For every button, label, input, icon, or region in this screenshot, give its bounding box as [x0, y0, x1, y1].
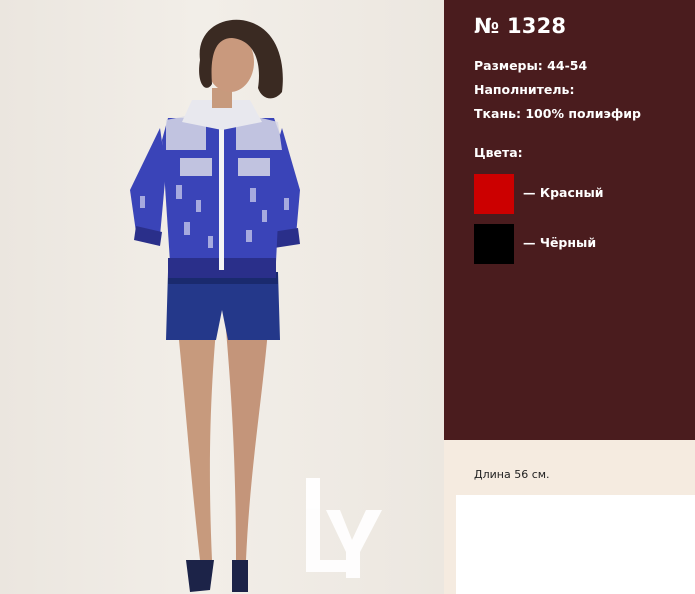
color-option-black[interactable]: — Чёрный: [474, 224, 674, 264]
spec-label: Размеры:: [474, 58, 543, 73]
product-info-panel: № 1328 Размеры: 44-54 Наполнитель: Ткань…: [444, 0, 695, 440]
colors-heading: Цвета:: [474, 145, 523, 160]
product-photo: [0, 0, 444, 594]
spec-value: 100% полиэфир: [525, 106, 641, 121]
length-note: Длина 56 см.: [474, 468, 550, 481]
blank-area: [456, 495, 695, 594]
spec-sizes: Размеры: 44-54: [474, 58, 587, 73]
product-number: № 1328: [474, 14, 567, 38]
color-swatch-black[interactable]: [474, 224, 514, 264]
spec-fabric: Ткань: 100% полиэфир: [474, 106, 641, 121]
spec-value: 44-54: [547, 58, 588, 73]
color-label-red: — Красный: [523, 185, 604, 200]
color-option-red[interactable]: — Красный: [474, 174, 674, 214]
spec-label: Наполнитель:: [474, 82, 575, 97]
color-swatch-red[interactable]: [474, 174, 514, 214]
color-label-black: — Чёрный: [523, 235, 597, 250]
spec-label: Ткань:: [474, 106, 521, 121]
spec-filling: Наполнитель:: [474, 82, 574, 97]
ly-logo: [306, 478, 382, 578]
